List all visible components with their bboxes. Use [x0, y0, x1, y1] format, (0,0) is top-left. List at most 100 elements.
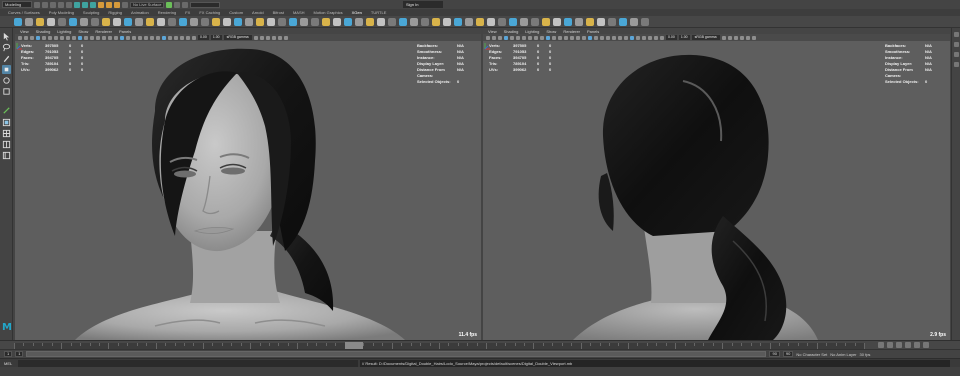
near-clip-field[interactable]: 0.00: [198, 35, 209, 40]
scale-tool-icon[interactable]: [2, 87, 11, 96]
step-back-icon[interactable]: [887, 342, 893, 348]
shelf-tool-icon[interactable]: [531, 17, 539, 26]
viewport-toggle-icon[interactable]: [174, 35, 178, 40]
shelf-tool-icon[interactable]: [223, 17, 231, 26]
viewport-toggle-icon[interactable]: [522, 35, 526, 40]
viewport-canvas[interactable]: Verts: 397505 0 0 Edges: 791053 0 0 Faces: 3947…: [15, 41, 481, 340]
viewport-toggle-icon[interactable]: [498, 35, 502, 40]
select-hierarchy-icon[interactable]: [74, 1, 80, 8]
viewport-toggle-icon[interactable]: [186, 35, 190, 40]
shelf-tool-icon[interactable]: [630, 17, 638, 26]
anim-layer-dropdown[interactable]: No Anim Layer: [830, 352, 856, 357]
viewport-toggle-icon[interactable]: [648, 35, 652, 40]
shelf-tool-icon[interactable]: [344, 17, 352, 26]
viewport-toggle-icon[interactable]: [582, 35, 586, 40]
modeling-toolkit-icon[interactable]: [954, 62, 959, 67]
shelf-tool-icon[interactable]: [355, 17, 363, 26]
go-to-start-icon[interactable]: [878, 342, 884, 348]
shelf-tool-icon[interactable]: [234, 17, 242, 26]
shelf-tool-icon[interactable]: [377, 17, 385, 26]
viewport-toggle-icon[interactable]: [72, 35, 76, 40]
shelf-tool-icon[interactable]: [124, 17, 132, 26]
shelf-tool-icon[interactable]: [135, 17, 143, 26]
last-tool-icon[interactable]: [2, 106, 11, 115]
shelf-tool-icon[interactable]: [399, 17, 407, 26]
shelf-tool-icon[interactable]: [465, 17, 473, 26]
viewport-toggle-icon[interactable]: [162, 35, 166, 40]
viewport-toggle-icon[interactable]: [90, 35, 94, 40]
shelf-tool-icon[interactable]: [553, 17, 561, 26]
lasso-tool-icon[interactable]: [2, 43, 11, 52]
colorspace-field[interactable]: sRGB gamma: [691, 35, 720, 40]
shelf-tool-icon[interactable]: [333, 17, 341, 26]
viewport-toggle-icon[interactable]: [733, 35, 738, 40]
viewport-toggle-icon[interactable]: [120, 35, 124, 40]
viewport-toggle-icon[interactable]: [612, 35, 616, 40]
range-bar[interactable]: [26, 351, 767, 357]
viewport-menu-renderer[interactable]: Renderer: [95, 29, 112, 34]
viewport-toggle-icon[interactable]: [150, 35, 154, 40]
open-scene-icon[interactable]: [42, 1, 48, 8]
time-slider[interactable]: [0, 340, 960, 349]
mel-label[interactable]: MEL: [4, 360, 12, 367]
shelf-tool-icon[interactable]: [597, 17, 605, 26]
shelf-tab[interactable]: Motion Graphics: [314, 10, 343, 15]
shelf-tool-icon[interactable]: [168, 17, 176, 26]
viewport-toggle-icon[interactable]: [156, 35, 160, 40]
viewport-menu-panels[interactable]: Panels: [587, 29, 599, 34]
select-component-icon[interactable]: [90, 1, 96, 8]
shelf-tool-icon[interactable]: [619, 17, 627, 26]
viewport-toggle-icon[interactable]: [66, 35, 70, 40]
shelf-tool-icon[interactable]: [69, 17, 77, 26]
viewport-toggle-icon[interactable]: [78, 35, 82, 40]
viewport-menu-renderer[interactable]: Renderer: [563, 29, 580, 34]
shelf-tool-icon[interactable]: [14, 17, 22, 26]
animation-end-field[interactable]: 90: [782, 351, 794, 357]
viewport-toggle-icon[interactable]: [630, 35, 634, 40]
viewport-toggle-icon[interactable]: [504, 35, 508, 40]
save-scene-icon[interactable]: [50, 1, 56, 8]
render-settings-icon[interactable]: [182, 1, 189, 8]
colorspace-field[interactable]: sRGB gamma: [223, 35, 252, 40]
redo-icon[interactable]: [66, 1, 72, 8]
shelf-tool-icon[interactable]: [498, 17, 506, 26]
viewport-toggle-icon[interactable]: [48, 35, 52, 40]
shelf-tool-icon[interactable]: [520, 17, 528, 26]
viewport-toggle-icon[interactable]: [606, 35, 610, 40]
shelf-tab[interactable]: FX: [185, 10, 190, 15]
viewport-toggle-icon[interactable]: [546, 35, 550, 40]
shelf-tool-icon[interactable]: [25, 17, 33, 26]
go-to-end-icon[interactable]: [923, 342, 929, 348]
viewport-toggle-icon[interactable]: [552, 35, 556, 40]
shelf-tool-icon[interactable]: [300, 17, 308, 26]
shelf-tool-icon[interactable]: [487, 17, 495, 26]
viewport-toggle-icon[interactable]: [168, 35, 172, 40]
shelf-tool-icon[interactable]: [113, 17, 121, 26]
animation-start-field[interactable]: 1: [4, 351, 13, 357]
viewport-toggle-icon[interactable]: [271, 35, 276, 40]
select-tool-icon[interactable]: [2, 32, 11, 41]
tool-settings-icon[interactable]: [954, 52, 959, 57]
shelf-tab[interactable]: TURTLE: [371, 10, 386, 15]
viewport-toggle-icon[interactable]: [721, 35, 726, 40]
viewport-toggle-icon[interactable]: [102, 35, 106, 40]
viewport-menu-lighting[interactable]: Lighting: [525, 29, 539, 34]
viewport-toggle-icon[interactable]: [600, 35, 604, 40]
viewport-toggle-icon[interactable]: [534, 35, 538, 40]
shelf-tool-icon[interactable]: [564, 17, 572, 26]
shelf-tool-icon[interactable]: [212, 17, 220, 26]
viewport-left[interactable]: View Shading Lighting Show Renderer Pane…: [15, 28, 481, 340]
viewport-toggle-icon[interactable]: [30, 35, 34, 40]
shelf-tool-icon[interactable]: [410, 17, 418, 26]
viewport-toggle-icon[interactable]: [24, 35, 28, 40]
shelf-tool-icon[interactable]: [58, 17, 66, 26]
ipr-render-icon[interactable]: [174, 1, 181, 8]
shelf-tool-icon[interactable]: [311, 17, 319, 26]
shelf-tool-icon[interactable]: [586, 17, 594, 26]
viewport-toggle-icon[interactable]: [540, 35, 544, 40]
viewport-toggle-icon[interactable]: [259, 35, 264, 40]
viewport-toggle-icon[interactable]: [114, 35, 118, 40]
viewport-toggle-icon[interactable]: [144, 35, 148, 40]
viewport-toggle-icon[interactable]: [84, 35, 88, 40]
shelf-tool-icon[interactable]: [322, 17, 330, 26]
